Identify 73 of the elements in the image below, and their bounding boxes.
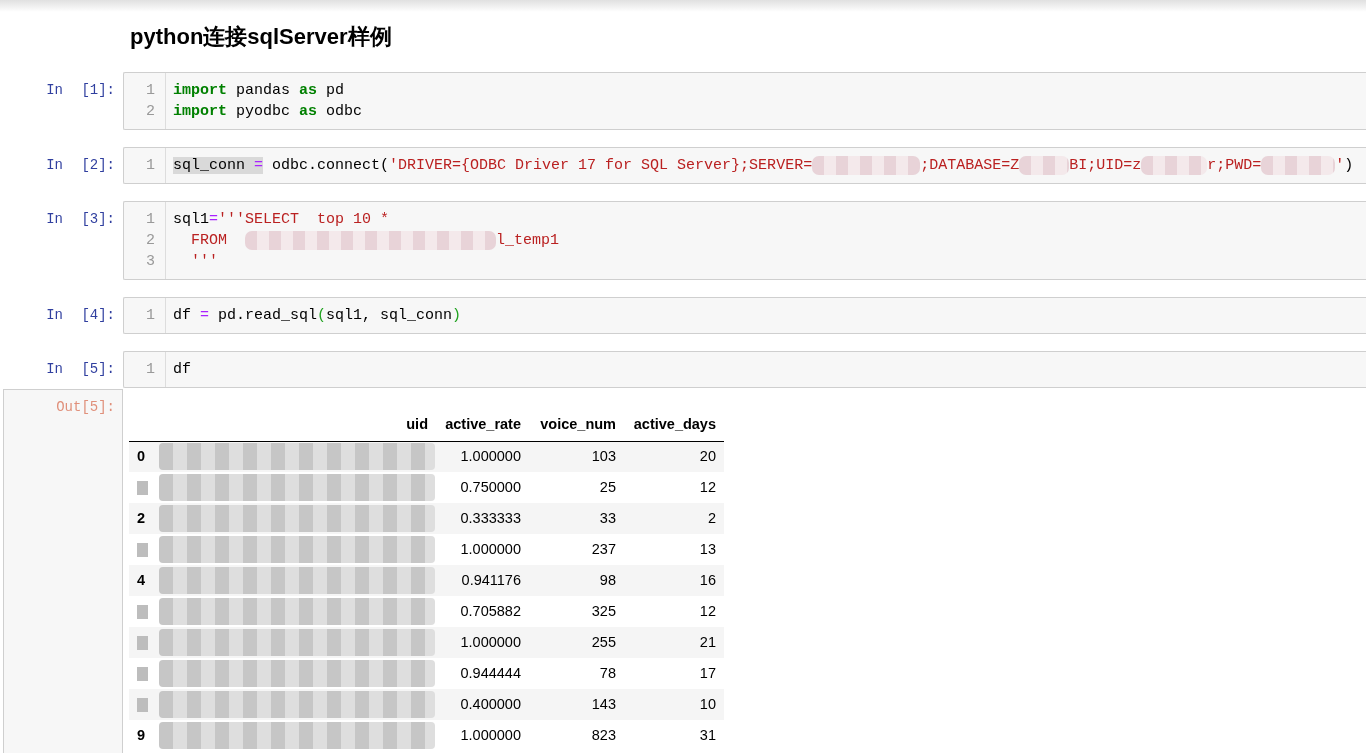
code-text: l_temp1 xyxy=(496,231,560,251)
code-text: sql_conn = odbc.connect('DRIVER={ODBC Driver 17 for SQL Server};SERVER= xyxy=(173,156,813,176)
line-number: 3 xyxy=(146,252,155,272)
code-cell-input[interactable]: 1 df = pd.read_sql(sql1, sql_conn) xyxy=(123,297,1366,334)
cell-prompt: In [5]: xyxy=(46,360,115,379)
table-cell: 0.705882 xyxy=(460,602,521,619)
cell-prompt: In [4]: xyxy=(46,306,115,325)
code-cell-input[interactable]: 1 df xyxy=(123,351,1366,388)
column-header: uid xyxy=(154,410,436,441)
code-text: ;DATABASE=Z xyxy=(920,156,1020,176)
table-cell: 823 xyxy=(591,726,616,743)
table-cell: 1.000000 xyxy=(460,633,521,650)
code-text: ''' xyxy=(190,252,218,272)
row-index: 0 xyxy=(137,447,146,464)
code-text: df = pd.read_sql(sql1, sql_conn) xyxy=(173,306,462,326)
table-cell: 17 xyxy=(699,664,716,681)
table-cell: 1.000000 xyxy=(460,447,521,464)
table-cell: 21 xyxy=(699,633,716,650)
table-cell: 325 xyxy=(591,602,616,619)
table-cell: 1.000000 xyxy=(460,726,521,743)
code-cell-input[interactable]: 1 2 import pandas as pd import pyodbc as odbc xyxy=(123,72,1366,130)
table-cell: 0.750000 xyxy=(460,478,521,495)
table-cell: 12 xyxy=(699,478,716,495)
code-text: ') xyxy=(1335,156,1354,176)
code-text: FROM xyxy=(190,231,228,251)
output-prompt: Out[5]: xyxy=(56,398,115,417)
line-number: 1 xyxy=(146,210,155,230)
table-cell: 103 xyxy=(591,447,616,464)
line-number: 1 xyxy=(146,306,155,326)
line-number: 1 xyxy=(146,360,155,380)
table-cell: 98 xyxy=(599,571,616,588)
table-cell: 237 xyxy=(591,540,616,557)
cell-prompt: In [3]: xyxy=(46,210,115,229)
code-text: import pandas as pd xyxy=(173,81,345,101)
redaction-block xyxy=(1019,156,1070,175)
notebook-heading: python连接sqlServer样例 xyxy=(130,23,392,51)
row-index: 9 xyxy=(137,726,146,743)
column-header: active_days xyxy=(624,410,724,441)
column-header: voice_num xyxy=(529,410,624,441)
code-text: r;PWD= xyxy=(1207,156,1262,176)
table-cell: 12 xyxy=(699,602,716,619)
table-cell: 20 xyxy=(699,447,716,464)
table-cell: 31 xyxy=(699,726,716,743)
table-cell: 0.333333 xyxy=(460,509,521,526)
table-cell: 78 xyxy=(599,664,616,681)
column-header: active_rate xyxy=(436,410,529,441)
table-cell: 25 xyxy=(599,478,616,495)
row-index: 4 xyxy=(137,571,146,588)
line-number: 2 xyxy=(146,231,155,251)
line-number: 1 xyxy=(146,81,155,101)
line-number: 2 xyxy=(146,102,155,122)
code-text: import pyodbc as odbc xyxy=(173,102,363,122)
table-cell: 0.400000 xyxy=(460,695,521,712)
table-cell: 2 xyxy=(707,509,716,526)
code-cell-input[interactable]: 1 sql_conn = odbc.connect('DRIVER={ODBC Driver 17 for SQL Server};SERVER= ;DATABASE=Z BI;UID=z r;PWD= ') xyxy=(123,147,1366,184)
code-text: sql1='''SELECT top 10 * xyxy=(173,210,390,230)
code-text: df xyxy=(173,360,191,380)
table-cell: 10 xyxy=(699,695,716,712)
row-index: 2 xyxy=(137,509,146,526)
table-cell: 143 xyxy=(591,695,616,712)
table-cell: 255 xyxy=(591,633,616,650)
table-cell: 16 xyxy=(699,571,716,588)
line-number: 1 xyxy=(146,156,155,176)
table-cell: 1.000000 xyxy=(460,540,521,557)
redaction-block xyxy=(1141,156,1208,175)
code-cell-input[interactable]: 1 2 3 sql1='''SELECT top 10 * FROM l_temp1 ''' xyxy=(123,201,1366,280)
cell-prompt: In [2]: xyxy=(46,156,115,175)
code-text: BI;UID=z xyxy=(1069,156,1142,176)
table-cell: 33 xyxy=(599,509,616,526)
table-cell: 13 xyxy=(699,540,716,557)
cell-prompt: In [1]: xyxy=(46,81,115,100)
table-cell: 0.944444 xyxy=(460,664,521,681)
table-cell: 0.941176 xyxy=(461,571,521,588)
